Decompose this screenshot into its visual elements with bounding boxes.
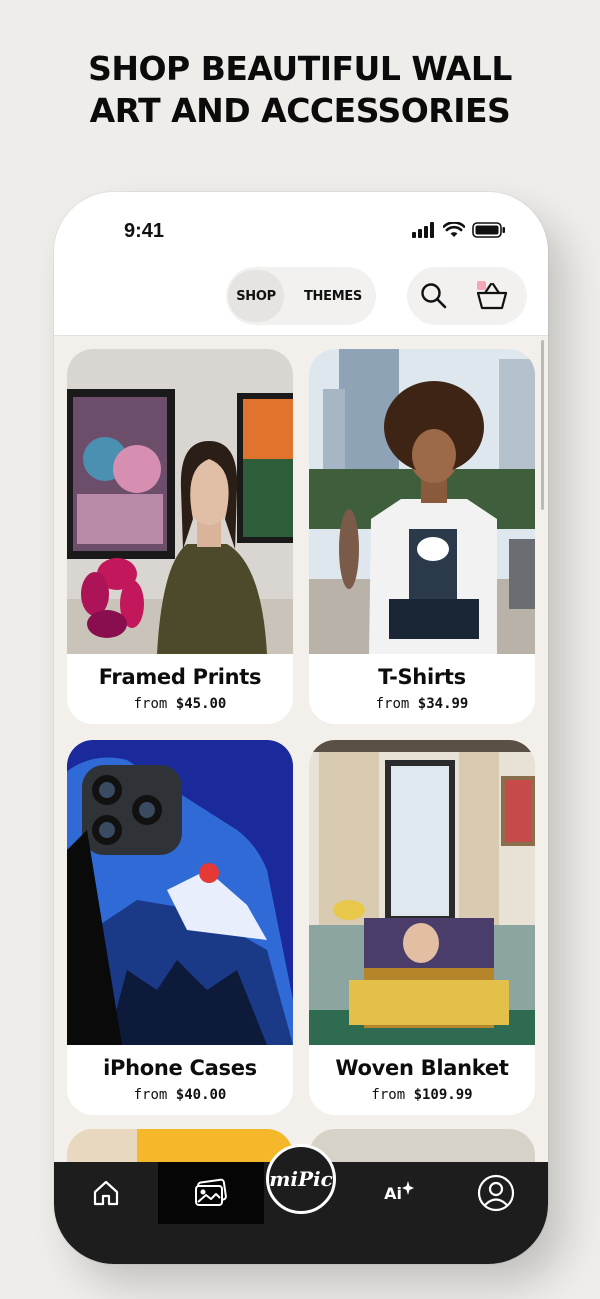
product-card-iphone-cases[interactable]: iPhone Cases from $40.00 <box>67 740 293 1115</box>
signal-icon <box>412 222 434 238</box>
woven-blanket-image <box>309 740 535 1045</box>
tab-shop[interactable]: SHOP <box>228 270 284 322</box>
product-card-t-shirts[interactable]: T-Shirts from $34.99 <box>309 349 535 724</box>
mipic-logo-button[interactable]: miPic <box>266 1144 336 1214</box>
battery-icon <box>472 222 505 238</box>
product-title: iPhone Cases <box>103 1056 257 1080</box>
nav-gallery[interactable] <box>158 1162 264 1224</box>
product-card-woven-blanket[interactable]: Woven Blanket from $109.99 <box>309 740 535 1115</box>
cart-icon[interactable] <box>475 279 509 313</box>
product-price: from $109.99 <box>371 1087 473 1103</box>
product-title: Woven Blanket <box>335 1056 509 1080</box>
mipic-logo: miPic <box>269 1167 333 1191</box>
nav-profile[interactable] <box>454 1162 538 1224</box>
product-price: from $34.99 <box>375 696 469 712</box>
product-card-framed-prints[interactable]: Framed Prints from $45.00 <box>67 349 293 724</box>
gallery-icon <box>195 1178 227 1206</box>
product-grid: Framed Prints from $45.00 T-Shirts from … <box>54 337 548 1167</box>
status-icons <box>412 222 506 238</box>
status-time: 9:41 <box>124 220 165 242</box>
ai-sparkle-icon: Ai <box>384 1183 402 1203</box>
product-price: from $45.00 <box>133 696 227 712</box>
sparkle-icon <box>401 1181 414 1195</box>
headline-line-1: SHOP BEAUTIFUL WALL <box>88 49 512 88</box>
profile-icon <box>477 1174 515 1212</box>
tab-themes[interactable]: THEMES <box>294 270 372 322</box>
wifi-icon <box>443 222 465 237</box>
app-header: 9:41 SHOP THEMES <box>54 192 548 336</box>
shop-themes-toggle: SHOP THEMES <box>226 267 376 325</box>
phone-frame: 9:41 SHOP THEMES Framed Prints from $45.… <box>54 192 548 1264</box>
nav-home[interactable] <box>54 1162 158 1224</box>
product-title: Framed Prints <box>98 665 262 689</box>
headline-line-2: ART AND ACCESSORIES <box>89 91 511 130</box>
t-shirts-image <box>309 349 535 654</box>
product-price: from $40.00 <box>133 1087 227 1103</box>
header-actions <box>407 267 527 325</box>
scrollbar[interactable] <box>541 340 544 510</box>
home-icon <box>93 1180 119 1206</box>
search-icon[interactable] <box>419 281 449 311</box>
nav-ai[interactable]: Ai <box>358 1162 440 1224</box>
promo-headline: SHOP BEAUTIFUL WALL ART AND ACCESSORIES <box>0 48 600 132</box>
framed-prints-image <box>67 349 293 654</box>
product-title: T-Shirts <box>378 665 466 689</box>
iphone-cases-image <box>67 740 293 1045</box>
